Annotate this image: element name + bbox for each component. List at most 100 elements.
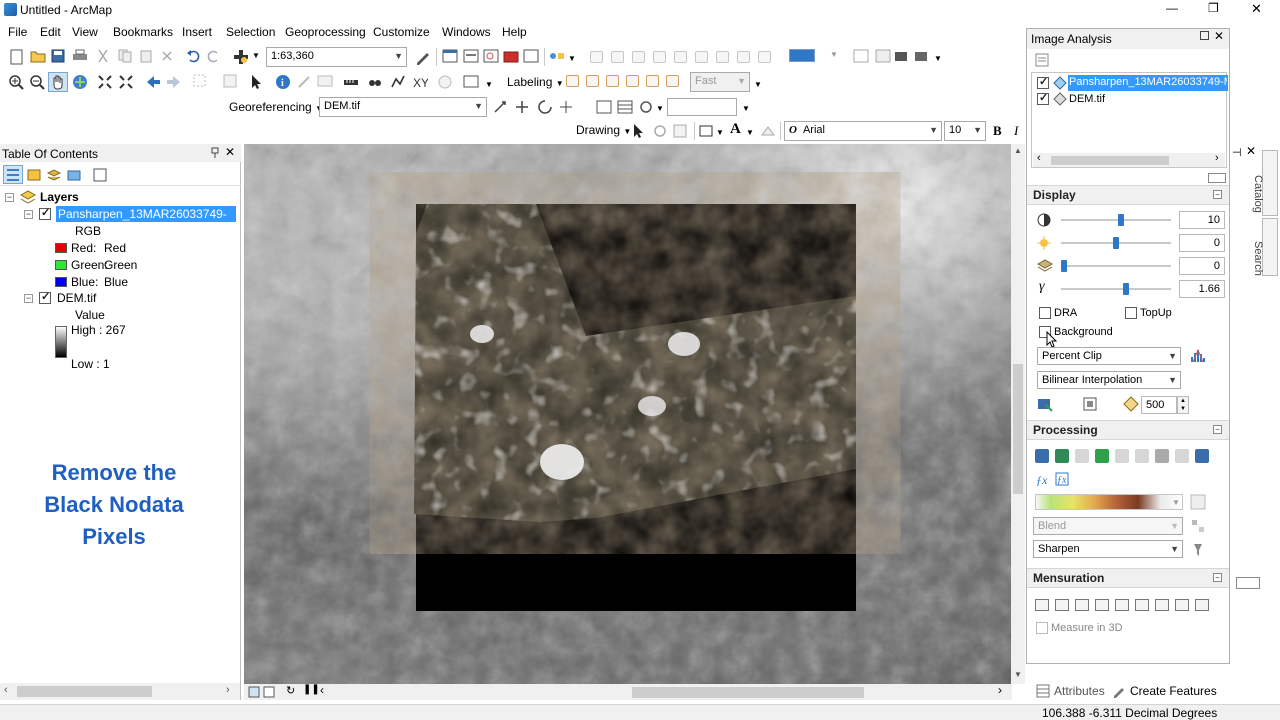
dock-pin-icon[interactable]: ⊣: [1232, 146, 1242, 159]
toc-close-button[interactable]: ✕: [225, 145, 235, 159]
measure-base-to-top-icon[interactable]: [1115, 599, 1129, 611]
ia-layer-list[interactable]: Pansharpen_13MAR26033749-M2AS DEM.tif ‹ …: [1031, 72, 1228, 168]
drawing-menu[interactable]: Drawing ▼: [576, 123, 631, 137]
contrast-slider-track[interactable]: [1061, 219, 1171, 221]
display-collapse-icon[interactable]: −: [1213, 190, 1222, 199]
fill-color-dropdown-icon[interactable]: ▼: [830, 50, 838, 59]
toc-hscroll-thumb[interactable]: [17, 686, 152, 697]
ia-options-icon[interactable]: [1035, 53, 1049, 67]
gamma-slider-thumb[interactable]: [1123, 283, 1129, 295]
colormap-dropdown-icon[interactable]: ▼: [1172, 498, 1180, 507]
toc-window-icon[interactable]: [442, 49, 458, 63]
open-folder-icon[interactable]: [30, 49, 46, 63]
select-elements-icon[interactable]: [250, 74, 264, 90]
label-speed-combo[interactable]: Fast ▼: [690, 72, 750, 92]
measure-base-to-shadow-icon[interactable]: [1135, 599, 1149, 611]
menu-geoprocessing[interactable]: Geoprocessing: [285, 25, 366, 39]
measure-icon[interactable]: [343, 74, 359, 90]
measure-top-to-shadow-icon[interactable]: [1155, 599, 1169, 611]
brightness-input[interactable]: 0: [1179, 234, 1225, 252]
attributes-tab[interactable]: Attributes: [1054, 684, 1105, 698]
mensuration-results-icon[interactable]: [1195, 599, 1209, 611]
zoom-resolution-icon[interactable]: [1123, 396, 1139, 412]
shaded-relief-icon[interactable]: [1155, 449, 1169, 463]
layout-view-icon[interactable]: [853, 49, 869, 63]
zoom-resolution-input[interactable]: 500: [1141, 396, 1177, 414]
layers-collapse-icon[interactable]: −: [5, 193, 14, 202]
gamma-slider-track[interactable]: [1061, 288, 1171, 290]
layout-view-button-icon[interactable]: [263, 686, 275, 698]
data-view-button-icon[interactable]: [248, 686, 260, 698]
menu-bookmarks[interactable]: Bookmarks: [113, 25, 173, 39]
back-extent-icon[interactable]: [145, 74, 161, 90]
bold-button[interactable]: B: [993, 123, 1002, 139]
ia-layer2-checkbox[interactable]: [1037, 91, 1049, 105]
find-route-icon[interactable]: [390, 74, 406, 90]
rotate-icon[interactable]: [537, 99, 553, 115]
clip-icon[interactable]: [1035, 449, 1049, 463]
arctoolbox-icon[interactable]: [503, 49, 519, 63]
tools-icon-b[interactable]: [913, 49, 929, 63]
histogram-icon[interactable]: [1190, 348, 1206, 364]
text-tool-icon[interactable]: A: [730, 121, 741, 138]
fill-color-swatch[interactable]: [789, 49, 815, 62]
menu-help[interactable]: Help: [502, 25, 527, 39]
catalog-window-icon[interactable]: [463, 49, 479, 63]
menu-file[interactable]: File: [8, 25, 27, 39]
print-icon[interactable]: [72, 49, 88, 63]
toc-options-icon[interactable]: [93, 167, 107, 183]
brightness-slider-thumb[interactable]: [1113, 237, 1119, 249]
georeferencing-menu[interactable]: Georeferencing ▼: [229, 100, 323, 114]
search-side-tab[interactable]: Search: [1252, 218, 1278, 276]
shape-dropdown-icon[interactable]: ▼: [716, 128, 724, 137]
select-elements-icon-2[interactable]: [632, 123, 646, 139]
viewer-icon[interactable]: [596, 99, 612, 115]
georef-overflow-icon[interactable]: ▼: [742, 104, 750, 113]
map-scale-combo[interactable]: 1:63,360 ▼: [266, 47, 407, 67]
fixed-zoom-in-icon[interactable]: [97, 74, 113, 90]
layer1-collapse-icon[interactable]: −: [24, 210, 33, 219]
pause-drawing-icon[interactable]: ❚❚: [303, 684, 320, 695]
ia-scroll-right-icon[interactable]: ›: [1215, 152, 1219, 164]
menu-windows[interactable]: Windows: [442, 25, 491, 39]
measure-point-icon[interactable]: [1055, 599, 1069, 611]
model-builder-icon[interactable]: [549, 49, 565, 63]
ia-maximize-button[interactable]: [1200, 31, 1209, 40]
zoom-in-icon[interactable]: [8, 74, 24, 90]
scroll-down-icon[interactable]: ▼: [1014, 670, 1022, 679]
band-swatch-green[interactable]: [55, 260, 67, 270]
add-data-icon[interactable]: [233, 49, 249, 65]
undo-icon[interactable]: [186, 49, 200, 63]
add-control-points-icon[interactable]: [492, 99, 508, 115]
measure-height-icon[interactable]: [1035, 599, 1049, 611]
create-viewer-icon[interactable]: [463, 74, 479, 90]
font-name-combo[interactable]: O Arial ▼: [784, 121, 942, 141]
menu-selection[interactable]: Selection: [226, 25, 275, 39]
stretch-type-combo[interactable]: Percent Clip ▼: [1037, 347, 1181, 365]
map-hscroll-thumb[interactable]: [632, 687, 864, 698]
dock-collapse-toggle[interactable]: [1236, 577, 1260, 589]
toc-hscrollbar[interactable]: ‹ ›: [0, 683, 240, 700]
scroll-up-icon[interactable]: ▲: [1014, 146, 1022, 155]
search-window-icon[interactable]: [483, 49, 499, 63]
function-icon[interactable]: ƒx: [1055, 472, 1069, 486]
add-function-icon[interactable]: [1037, 396, 1053, 412]
map-vscroll-thumb[interactable]: [1013, 364, 1023, 494]
layer2-collapse-icon[interactable]: −: [24, 294, 33, 303]
layers-root-label[interactable]: Layers: [40, 190, 79, 204]
transparency-input[interactable]: 0: [1179, 257, 1225, 275]
rotate-arrow-icon[interactable]: ▼: [656, 104, 664, 113]
composite-bands-icon[interactable]: [1055, 449, 1069, 463]
gamma-input[interactable]: 1.66: [1179, 280, 1225, 298]
layer2-visibility-checkbox[interactable]: [39, 290, 51, 304]
close-window-button[interactable]: ✕: [1251, 1, 1262, 17]
font-size-combo[interactable]: 10 ▼: [944, 121, 986, 141]
save-icon[interactable]: [51, 49, 65, 63]
python-window-icon[interactable]: [523, 49, 539, 63]
create-features-tab[interactable]: Create Features: [1130, 684, 1217, 698]
band-swatch-red[interactable]: [55, 243, 67, 253]
ia-list-resize[interactable]: [1208, 173, 1226, 183]
new-document-icon[interactable]: [10, 49, 24, 65]
colormap-ramp[interactable]: [1035, 494, 1183, 510]
ia-layer2-name[interactable]: DEM.tif: [1069, 93, 1105, 105]
